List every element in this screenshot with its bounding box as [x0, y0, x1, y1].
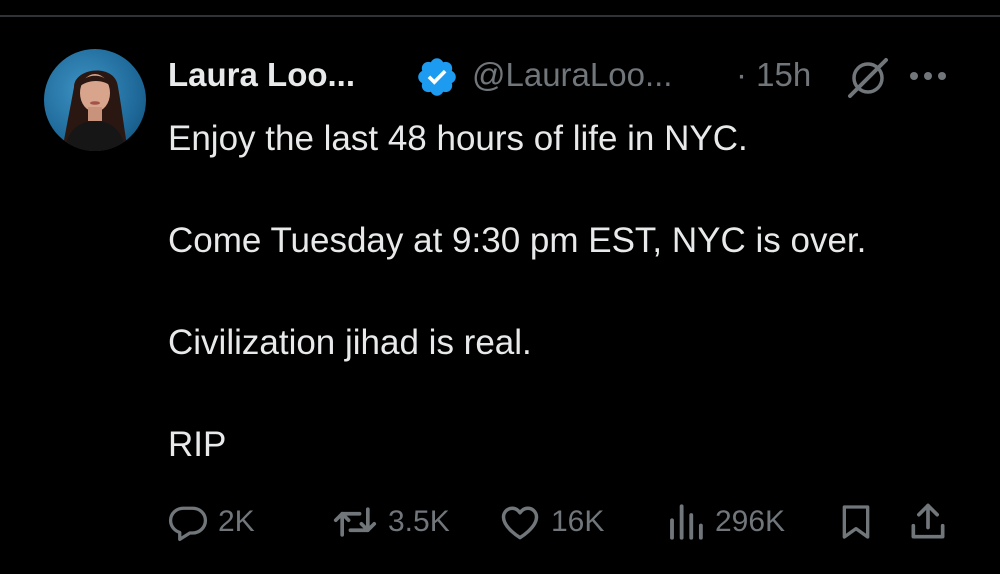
like-count: 16K [551, 505, 605, 538]
action-bar: 2K 3.5K 16K 296K [0, 498, 1000, 546]
repost-button[interactable]: 3.5K [330, 498, 450, 546]
views-icon [670, 504, 703, 540]
share-icon [911, 503, 945, 539]
like-icon [501, 506, 539, 540]
like-button[interactable]: 16K [497, 498, 604, 546]
repost-count: 3.5K [388, 505, 450, 538]
tweet-header: Laura Loo... @LauraLoo... · 15h [168, 50, 968, 100]
handle[interactable]: @LauraLoo... [472, 56, 672, 94]
tweet-paragraph: Civilization jihad is real. [168, 323, 532, 362]
timestamp[interactable]: · 15h [736, 56, 811, 94]
display-name[interactable]: Laura Loo... [168, 56, 355, 94]
more-options-icon[interactable] [904, 64, 952, 88]
bookmark-icon [842, 505, 870, 539]
view-count: 296K [715, 505, 786, 538]
share-button[interactable] [906, 498, 950, 546]
reply-button[interactable]: 2K [166, 498, 255, 546]
avatar[interactable] [44, 49, 146, 151]
tweet-paragraph: Enjoy the last 48 hours of life in NYC. [168, 119, 748, 158]
views-button[interactable]: 296K [665, 498, 785, 546]
verified-badge-icon[interactable] [415, 55, 459, 99]
bookmark-button[interactable] [836, 498, 876, 546]
profile-photo-icon [62, 70, 128, 151]
tweet-text: Enjoy the last 48 hours of life in NYC. … [168, 113, 968, 470]
reply-icon [168, 506, 208, 542]
grok-icon[interactable] [844, 54, 892, 102]
tweet-paragraph: RIP [168, 425, 227, 464]
reply-count: 2K [218, 505, 255, 538]
repost-icon [333, 507, 377, 537]
top-divider [0, 15, 1000, 17]
tweet-paragraph: Come Tuesday at 9:30 pm EST, NYC is over… [168, 221, 867, 260]
